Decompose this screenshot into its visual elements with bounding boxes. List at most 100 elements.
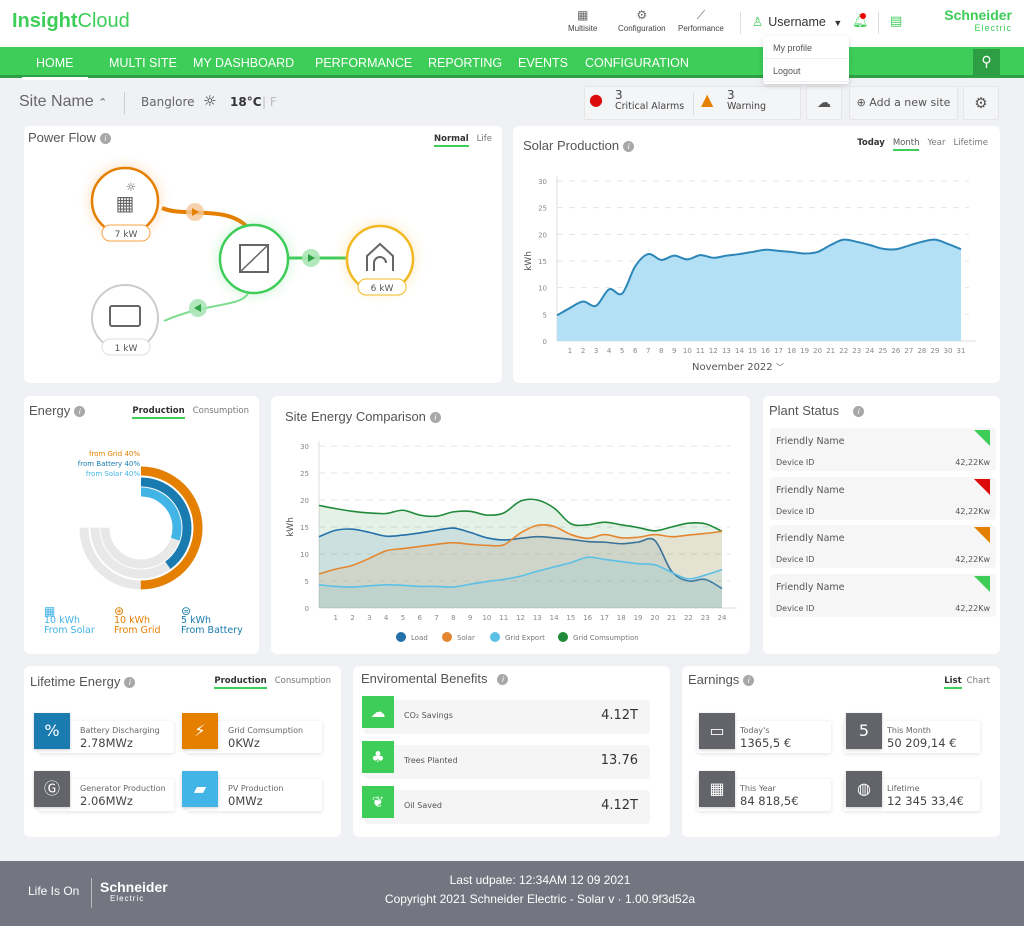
nav-events[interactable]: EVENTS — [518, 56, 568, 70]
plant-status-item[interactable]: Friendly Name Device ID 42,22Kw — [770, 525, 996, 568]
tile-grid-consumption[interactable]: ⚡ Grid Comsumption 0KWz — [182, 713, 322, 753]
x-tick-label: 10 — [683, 347, 692, 355]
x-tick-label: 12 — [516, 614, 525, 622]
cloud-button[interactable]: ☁ — [806, 86, 842, 120]
nav-reporting[interactable]: REPORTING — [428, 56, 502, 70]
earnings-tabs: List Chart — [936, 676, 990, 689]
info-icon[interactable]: i — [853, 406, 865, 417]
home-value: 6 kW — [371, 284, 394, 294]
main-nav: HOME MULTI SITE MY DASHBOARD PERFORMANCE… — [0, 47, 1024, 80]
device-power: 42,22Kw — [955, 458, 990, 467]
copyright: Copyright 2021 Schneider Electric - Sola… — [384, 892, 696, 906]
legend-label: Solar — [457, 634, 475, 642]
alarm-summary[interactable]: ● 3 Critical Alarms ▲ 3 Warning — [584, 86, 801, 120]
chat-icon[interactable]: ▤ — [890, 14, 902, 29]
configuration-button[interactable]: ⚙ Configuration — [618, 8, 666, 33]
notification-bell-icon[interactable]: 🔔︎ — [852, 13, 869, 29]
divider — [91, 878, 92, 908]
plant-status-item[interactable]: Friendly Name Device ID 42,22Kw — [770, 573, 996, 617]
info-icon[interactable]: i — [74, 406, 86, 417]
nav-performance[interactable]: PERFORMANCE — [315, 56, 412, 70]
chart-icon: ⟋ — [696, 8, 706, 22]
settings-button[interactable]: ⚙ — [963, 86, 999, 120]
calendar-month-icon: 5 — [846, 713, 882, 749]
tile-this-year[interactable]: ▦ This Year 84 818,5€ — [697, 771, 831, 811]
user-dropdown: My profile Logout — [763, 36, 849, 84]
multisite-button[interactable]: ▦ Multisite — [568, 8, 597, 33]
tab-list[interactable]: List — [944, 676, 962, 689]
x-tick-label: 2 — [581, 347, 585, 355]
y-tick-label: 20 — [300, 497, 309, 505]
month-selector[interactable]: November 2022 ﹀ — [692, 362, 784, 373]
x-tick-label: 21 — [667, 614, 676, 622]
cloud-icon: ☁ — [817, 95, 831, 111]
divider — [878, 12, 879, 34]
power-tower-icon: ⚡ — [182, 713, 218, 749]
plant-status-item[interactable]: Friendly Name Device ID 42,22Kw — [770, 476, 996, 520]
tile-battery-discharging[interactable]: % Battery Discharging 2.78MWz — [34, 713, 174, 753]
fahrenheit-toggle[interactable]: | F — [262, 95, 277, 109]
legend-solar: 40% from Solar — [85, 470, 140, 478]
tile-lifetime[interactable]: ◍ Lifetime 12 345 33,4€ — [844, 771, 980, 811]
tab-chart[interactable]: Chart — [967, 676, 990, 686]
y-axis-label: kWh — [524, 251, 534, 271]
y-tick-label: 10 — [538, 285, 547, 293]
last-update: Last udpate: 12:34AM 12 09 2021 — [449, 873, 631, 887]
tile-today[interactable]: ▭ Today's 1365,5 € — [697, 713, 831, 753]
temperature: 18°C — [230, 95, 262, 109]
legend-label: Grid Export — [505, 634, 545, 642]
tile-label: PV Production — [228, 784, 284, 793]
series-area-solar — [557, 239, 961, 341]
x-tick-label: 12 — [709, 347, 718, 355]
x-tick-label: 24 — [865, 347, 874, 355]
plant-status-item[interactable]: Friendly Name Device ID 42,22Kw — [770, 428, 996, 471]
x-tick-label: 16 — [583, 614, 592, 622]
device-id: Device ID — [776, 555, 815, 564]
menu-item-logout[interactable]: Logout — [763, 59, 849, 82]
x-tick-label: 29 — [930, 347, 939, 355]
env-value: 13.76 — [600, 753, 638, 768]
tile-generator-production[interactable]: Ⓖ Generator Production 2.06MWz — [34, 771, 174, 811]
y-tick-label: 25 — [300, 470, 309, 478]
tab-consumption[interactable]: Consumption — [275, 676, 331, 686]
performance-button[interactable]: ⟋ Performance — [678, 8, 724, 33]
user-menu-button[interactable]: ♙ Username ▼ — [752, 14, 842, 29]
info-icon[interactable]: i — [124, 677, 136, 688]
tab-production[interactable]: Production — [214, 676, 267, 689]
menu-item-my-profile[interactable]: My profile — [763, 36, 849, 59]
device-power: 42,22Kw — [955, 603, 990, 613]
tab-consumption[interactable]: Consumption — [193, 406, 249, 416]
multisite-icon: ▦ — [577, 8, 589, 22]
nav-home[interactable]: HOME — [22, 56, 87, 80]
add-site-button[interactable]: ⊕ Add a new site — [849, 86, 958, 120]
warnings[interactable]: ▲ 3 Warning — [701, 89, 766, 112]
x-tick-label: 22 — [684, 614, 693, 622]
nav-configuration[interactable]: CONFIGURATION — [585, 56, 689, 70]
tile-this-month[interactable]: 5 This Month 50 209,14 € — [844, 713, 980, 753]
search-button[interactable]: ⚲ — [973, 49, 1000, 75]
x-tick-label: 21 — [826, 347, 835, 355]
tab-production[interactable]: Production — [132, 406, 185, 419]
site-name-selector[interactable]: Site Name ⌃ — [19, 93, 107, 111]
generator-icon: Ⓖ — [34, 771, 70, 807]
env-value: 4.12T — [601, 798, 638, 813]
source-battery-label: From Battery — [181, 625, 243, 636]
x-tick-label: 14 — [735, 347, 744, 355]
nav-multi-site[interactable]: MULTI SITE — [109, 56, 177, 70]
co2-factory-icon: ☁ — [362, 696, 394, 728]
app-logo[interactable]: InsightCloud — [12, 10, 130, 33]
x-tick-label: 28 — [917, 347, 926, 355]
status-warning-icon — [974, 527, 990, 543]
x-tick-label: 5 — [401, 614, 405, 622]
critical-alarms[interactable]: ● 3 Critical Alarms — [589, 89, 684, 112]
info-icon[interactable]: i — [743, 675, 755, 686]
y-tick-label: 30 — [300, 443, 309, 451]
nav-my-dashboard[interactable]: MY DASHBOARD — [193, 56, 294, 70]
schneider-logo: Schneider Electric — [944, 7, 1012, 33]
footer-schneider-logo: Schneider Electric — [100, 879, 168, 903]
tile-pv-production[interactable]: ▰ PV Production 0MWz — [182, 771, 322, 811]
y-tick-label: 30 — [538, 178, 547, 186]
info-icon[interactable]: i — [497, 674, 509, 685]
tile-value: 0MWz — [228, 794, 263, 808]
tile-label: This Year — [740, 784, 776, 793]
